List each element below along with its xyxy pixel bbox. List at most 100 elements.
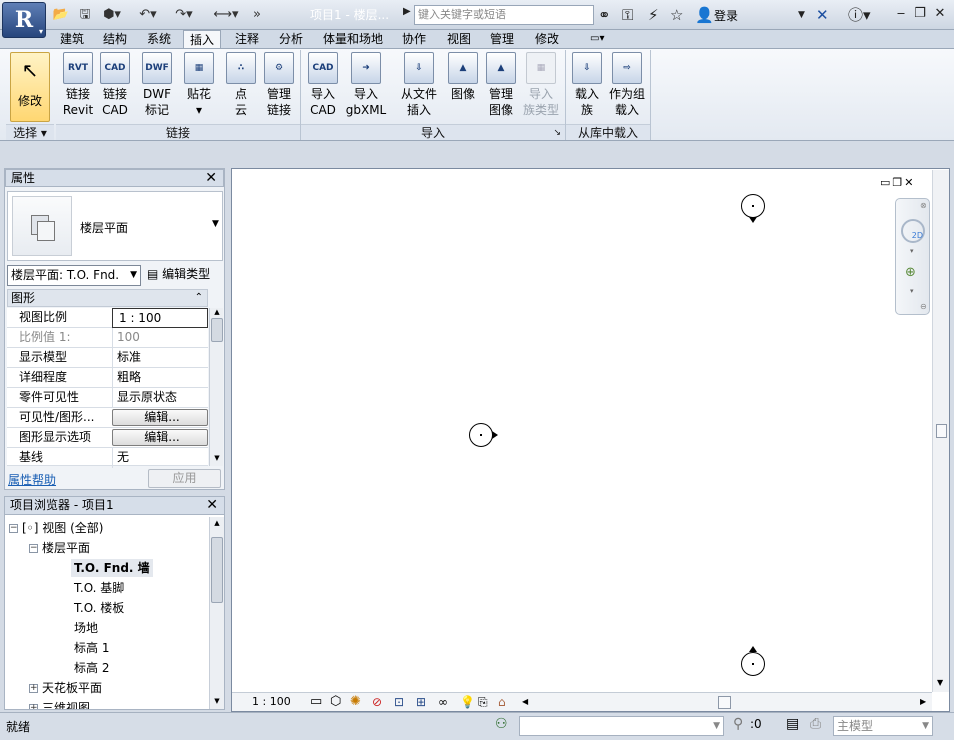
tab-view[interactable]: 视图	[441, 30, 477, 48]
modify-button[interactable]: ↖ 修改	[10, 52, 50, 122]
select-panel-label[interactable]: 选择 ▾	[6, 124, 54, 140]
design-option-dropdown[interactable]: 主模型 ▼	[833, 716, 933, 736]
scroll-thumb[interactable]	[211, 537, 223, 603]
close-icon[interactable]: ⊗	[920, 201, 927, 210]
measure-icon[interactable]: ⟷▾	[212, 5, 240, 25]
manage-images-button[interactable]: ▲ 管理 图像	[481, 52, 521, 118]
redo-icon[interactable]: ↷▾	[170, 5, 198, 25]
more-icon[interactable]: »	[250, 5, 264, 25]
import-family-types-button[interactable]: ▦ 导入 族类型	[521, 52, 561, 118]
workset-dropdown[interactable]: ▼	[519, 716, 724, 736]
horizontal-scroll-thumb[interactable]	[718, 696, 731, 709]
temporary-hide-icon[interactable]: ∞	[438, 693, 448, 711]
chevron-down-icon[interactable]: ▾	[910, 287, 914, 295]
elevation-marker-south[interactable]	[741, 652, 765, 676]
insert-from-file-button[interactable]: ⇩ 从文件 插入	[397, 52, 441, 118]
scroll-up-icon[interactable]: ▲	[211, 519, 223, 527]
login-dropdown-icon[interactable]: ▼	[798, 5, 805, 25]
minimize-icon[interactable]: ‒	[893, 6, 909, 22]
property-value[interactable]: 无	[112, 448, 208, 468]
instance-filter-dropdown[interactable]: 楼层平面: T.O. Fnd. ▼	[7, 265, 141, 286]
canvas-vertical-scrollbar[interactable]: ▼	[932, 170, 949, 692]
sync-icon[interactable]: ⬢▾	[100, 5, 124, 25]
steering-wheel-icon[interactable]: 2D	[901, 219, 925, 243]
close-icon[interactable]: ✕	[205, 170, 217, 186]
binoculars-icon[interactable]: ⚭	[598, 5, 611, 25]
property-row[interactable]: 基线 无	[7, 448, 208, 468]
collapse-icon[interactable]: ⌃	[195, 290, 203, 306]
drawing-area[interactable]	[231, 168, 950, 712]
tree-node-views[interactable]: − [◦] 视图 (全部)	[9, 519, 103, 537]
load-family-button[interactable]: ⇩ 载入族	[567, 52, 607, 118]
property-row[interactable]: 详细程度 粗略	[7, 368, 208, 388]
subscription-icon[interactable]: ⚡	[648, 5, 659, 25]
undo-icon[interactable]: ↶▾	[136, 5, 160, 25]
tab-analyze[interactable]: 分析	[273, 30, 309, 48]
image-button[interactable]: ▲ 图像	[443, 52, 483, 102]
browser-scrollbar[interactable]: ▲ ▼	[209, 517, 224, 709]
scroll-left-icon[interactable]: ◀	[522, 693, 528, 711]
search-expand-icon[interactable]: ▶	[403, 6, 411, 17]
key-icon[interactable]: ⚿	[622, 5, 633, 25]
tab-insert[interactable]: 插入	[183, 30, 222, 49]
open-icon[interactable]: 📂	[52, 5, 70, 25]
edit-type-button[interactable]: ▤ 编辑类型	[147, 265, 223, 286]
restore-icon[interactable]: ❐	[892, 176, 904, 189]
zoom-icon[interactable]: ⊕	[905, 265, 916, 280]
scroll-down-icon[interactable]: ▼	[211, 454, 223, 462]
help-icon[interactable]: ⓘ▾	[848, 5, 871, 25]
sun-path-icon[interactable]: ✺	[350, 693, 361, 711]
crop-view-icon[interactable]: ⊡	[394, 693, 404, 711]
dwf-markup-button[interactable]: DWF DWF 标记	[137, 52, 177, 118]
tree-node-view[interactable]: T.O. 基脚	[71, 579, 124, 597]
tree-node-view[interactable]: 场地	[71, 619, 98, 637]
property-row[interactable]: 显示模型 标准	[7, 348, 208, 368]
restore-icon[interactable]: ❐	[912, 6, 928, 22]
graphics-section-header[interactable]: 图形 ⌃	[7, 289, 208, 307]
tab-collaborate[interactable]: 协作	[396, 30, 432, 48]
favorites-icon[interactable]: ☆	[670, 5, 683, 25]
shadows-icon[interactable]: ⊘	[372, 693, 382, 711]
import-cad-button[interactable]: CAD 导入 CAD	[303, 52, 343, 118]
elevation-marker-north[interactable]	[741, 194, 765, 218]
tab-systems[interactable]: 系统	[141, 30, 177, 48]
link-revit-button[interactable]: RVT 链接 Revit	[58, 52, 98, 118]
tab-massing-site[interactable]: 体量和场地	[317, 30, 389, 48]
tab-architecture[interactable]: 建筑	[54, 30, 90, 48]
import-gbxml-button[interactable]: ➜ 导入 gbXML	[343, 52, 389, 118]
tree-node-view[interactable]: 标高 1	[71, 639, 109, 657]
scroll-down-icon[interactable]: ▼	[211, 697, 223, 705]
visual-style-icon[interactable]: ⬡	[330, 693, 341, 711]
properties-help-link[interactable]: 属性帮助	[8, 471, 56, 488]
exchange-apps-icon[interactable]: ✕	[816, 5, 829, 25]
dialog-launcher-icon[interactable]: ↘	[553, 125, 561, 141]
property-value[interactable]: 标准	[112, 348, 208, 368]
tree-node-active-view[interactable]: T.O. Fnd. 墙	[71, 559, 153, 577]
tree-node-floor-plans[interactable]: − 楼层平面	[29, 539, 90, 557]
tab-annotate[interactable]: 注释	[229, 30, 265, 48]
filter-icon[interactable]: ⚲	[733, 716, 743, 732]
search-input[interactable]: 键入关键字或短语	[414, 5, 594, 25]
analytical-model-icon[interactable]: ⌂	[498, 693, 506, 711]
tree-node-3d-views[interactable]: + 三维视图	[29, 699, 90, 709]
load-as-group-button[interactable]: ⇨ 作为组 载入	[605, 52, 649, 118]
tree-node-view[interactable]: T.O. 楼板	[71, 599, 124, 617]
tab-structure[interactable]: 结构	[97, 30, 133, 48]
ribbon-minimize-icon[interactable]: ▭▾	[584, 30, 610, 48]
reveal-hidden-icon[interactable]: 💡	[460, 693, 475, 711]
manage-links-button[interactable]: ⚙ 管理 链接	[259, 52, 299, 118]
show-crop-icon[interactable]: ⊞	[416, 693, 426, 711]
worksets-icon[interactable]: ⚇	[495, 716, 508, 732]
tab-modify[interactable]: 修改	[529, 30, 565, 48]
design-options-icon[interactable]: ▤	[786, 716, 799, 732]
properties-scrollbar[interactable]: ▲ ▼	[209, 308, 223, 466]
visibility-graphics-edit-button[interactable]: 编辑...	[112, 409, 208, 426]
temporary-properties-icon[interactable]: ⎘	[478, 693, 488, 711]
login-link[interactable]: 登录	[714, 7, 738, 24]
options-icon[interactable]: ⊖	[920, 302, 927, 311]
elevation-marker-west[interactable]	[469, 423, 493, 447]
save-icon[interactable]: 🖫	[76, 5, 94, 25]
scroll-thumb[interactable]	[936, 424, 947, 438]
minimize-icon[interactable]: ▭	[880, 176, 892, 189]
view-scale-button[interactable]: 1 : 100	[252, 693, 291, 711]
